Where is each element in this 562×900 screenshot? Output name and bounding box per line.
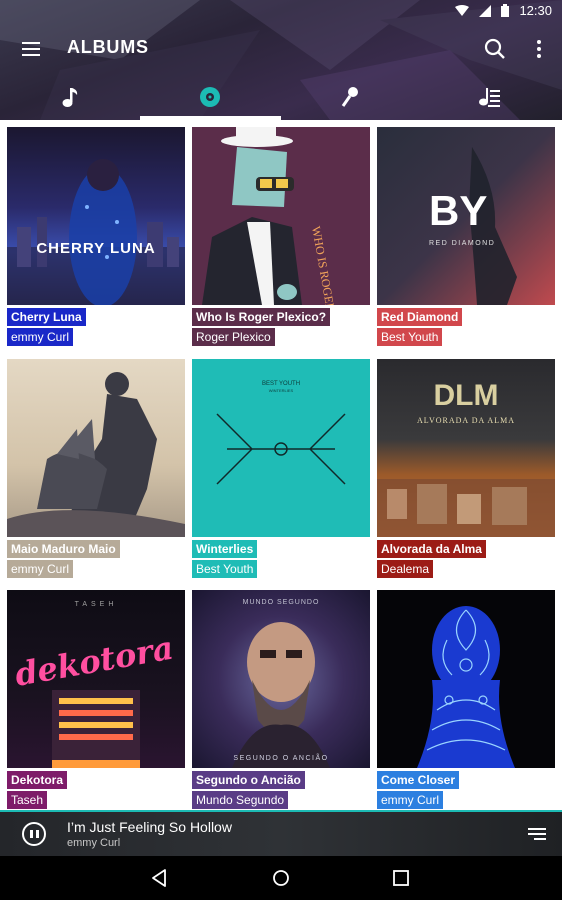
album-title: Winterlies (192, 540, 258, 558)
cover-subtext: SEGUNDO O ANCIÃO (233, 753, 328, 762)
album-title: Who Is Roger Plexico? (192, 308, 331, 326)
home-icon[interactable] (269, 866, 293, 890)
tab-playlists[interactable] (420, 74, 560, 120)
album-title: Maio Maduro Maio (7, 540, 120, 558)
battery-icon (501, 4, 510, 17)
cover-subtext: RED DIAMOND (429, 240, 495, 247)
page-title: ALBUMS (67, 37, 149, 57)
album-cover: TASEH dekotora (7, 590, 185, 768)
album-artist: emmy Curl (7, 328, 74, 346)
status-time: 12:30 (519, 3, 552, 18)
queue-icon[interactable] (528, 826, 550, 844)
album-title: Alvorada da Alma (377, 540, 486, 558)
tab-bar (0, 74, 562, 120)
more-vert-icon[interactable] (528, 36, 550, 62)
album-title: Segundo o Ancião (192, 771, 305, 789)
album-cover: CHERRY LUNA (7, 127, 185, 305)
back-icon[interactable] (148, 866, 172, 890)
album-artist: Dealema (377, 560, 434, 578)
app-header: 12:30 ALBUMS (0, 0, 562, 120)
music-note-icon (62, 88, 78, 107)
cover-subtext: TASEH (75, 601, 118, 608)
album-title: Come Closer (377, 771, 460, 789)
album-cover: BY RED DIAMOND (377, 127, 555, 305)
cover-text: CHERRY LUNA (36, 240, 155, 257)
album-title: Red Diamond (377, 308, 463, 326)
now-playing-bar[interactable]: I’m Just Feeling So Hollow emmy Curl (0, 810, 562, 856)
album-title: Cherry Luna (7, 308, 86, 326)
album-title: Dekotora (7, 771, 68, 789)
wifi-icon (455, 4, 470, 16)
album-icon (200, 87, 220, 107)
album-cover: BEST YOUTH WINTERLIES (192, 359, 370, 537)
album-cover: DLM ALVORADA DA ALMA (377, 359, 555, 537)
album-artist: emmy Curl (7, 560, 74, 578)
tab-songs[interactable] (0, 74, 140, 120)
now-playing-artist: emmy Curl (67, 837, 121, 849)
menu-icon[interactable] (20, 38, 46, 60)
status-bar: 12:30 (0, 0, 562, 24)
cover-text: BY (429, 187, 487, 234)
playlist-icon (479, 88, 500, 107)
recents-icon[interactable] (389, 866, 413, 890)
tab-albums[interactable] (140, 74, 280, 120)
cover-text: dekotora (12, 629, 176, 694)
signal-icon (479, 4, 492, 17)
search-icon[interactable] (482, 36, 508, 62)
cover-text: MUNDO SEGUNDO (243, 599, 320, 606)
album-artist: emmy Curl (377, 791, 444, 809)
cover-subtext: WINTERLIES (269, 388, 294, 393)
album-cover (7, 359, 185, 537)
cover-text: DLM (434, 379, 499, 412)
toolbar: ALBUMS (0, 24, 562, 74)
pause-icon[interactable] (22, 822, 46, 846)
album-grid: CHERRY LUNA Cherry Luna emmy Curl WHO IS… (0, 120, 562, 810)
album-artist: Taseh (7, 791, 48, 809)
cover-subtext: ALVORADA DA ALMA (417, 416, 515, 425)
album-artist: Mundo Segundo (192, 791, 289, 809)
album-cover: WHO IS ROGER PLEXICO (192, 127, 370, 305)
cover-text: WHO IS ROGER PLEXICO (309, 225, 347, 305)
system-nav-bar (0, 856, 562, 900)
album-artist: Best Youth (377, 328, 443, 346)
tab-artists[interactable] (280, 74, 420, 120)
now-playing-title: I’m Just Feeling So Hollow (67, 819, 232, 835)
album-artist: Roger Plexico (192, 328, 275, 346)
album-artist: Best Youth (192, 560, 258, 578)
microphone-icon (341, 87, 358, 107)
album-cover: MUNDO SEGUNDO SEGUNDO O ANCIÃO (192, 590, 370, 768)
cover-text: BEST YOUTH (262, 381, 300, 387)
album-cover (377, 590, 555, 768)
